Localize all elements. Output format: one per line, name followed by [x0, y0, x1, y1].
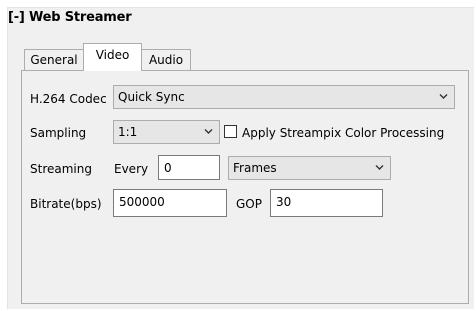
tab-video-label: Video: [95, 48, 130, 62]
tab-audio-label: Audio: [148, 53, 184, 67]
bitrate-input[interactable]: 500000: [113, 189, 227, 217]
color-processing-checkbox[interactable]: [224, 125, 237, 138]
bitrate-label: Bitrate(bps): [30, 197, 102, 211]
color-processing-label[interactable]: Apply Streampix Color Processing: [242, 126, 444, 140]
web-streamer-title[interactable]: [-] Web Streamer: [8, 10, 132, 25]
frames-unit-select[interactable]: Frames: [228, 156, 391, 180]
every-label: Every: [114, 162, 149, 176]
sampling-select-value: 1:1: [118, 125, 138, 139]
video-tab-panel: H.264 Codec Quick Sync Sampling 1:1 Appl…: [21, 70, 469, 304]
every-frames-input[interactable]: 0: [158, 155, 220, 180]
every-frames-value: 0: [164, 161, 172, 175]
chevron-down-icon: [439, 94, 448, 99]
sampling-label: Sampling: [30, 126, 87, 140]
frames-unit-value: Frames: [233, 161, 277, 175]
chevron-down-icon: [204, 129, 213, 134]
sampling-select[interactable]: 1:1: [113, 120, 220, 144]
gop-label: GOP: [236, 197, 262, 211]
codec-select-value: Quick Sync: [118, 90, 185, 104]
tab-video[interactable]: Video: [83, 43, 142, 71]
gop-value: 30: [276, 195, 292, 209]
tab-audio[interactable]: Audio: [141, 49, 191, 70]
bitrate-value: 500000: [119, 195, 165, 209]
streaming-label: Streaming: [30, 162, 92, 176]
tab-general-label: General: [30, 53, 78, 67]
codec-label: H.264 Codec: [30, 92, 107, 106]
tab-general[interactable]: General: [24, 49, 84, 70]
gop-input[interactable]: 30: [270, 189, 383, 217]
codec-select[interactable]: Quick Sync: [113, 85, 455, 109]
chevron-down-icon: [375, 165, 384, 170]
